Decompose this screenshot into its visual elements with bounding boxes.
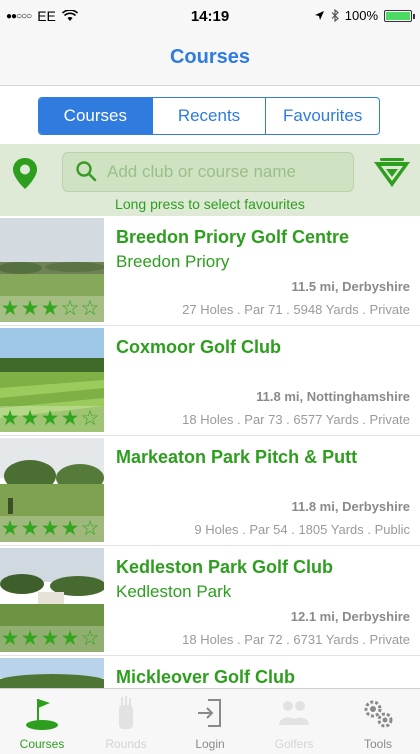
course-photo: ★ ★ ★ ★ ☆	[0, 438, 104, 542]
bluetooth-icon	[331, 9, 339, 22]
tab-golfers[interactable]: Golfers	[252, 689, 336, 754]
search-box[interactable]	[62, 152, 354, 192]
star-filled-icon: ★	[0, 627, 20, 650]
course-row[interactable]: ★ ★ ★ ☆ ☆ Breedon Priory Golf Centre Breedon…	[0, 216, 420, 326]
status-bar: ●●○○○ EE 14:19 100%	[0, 0, 420, 32]
course-details: 27 Holes . Par 71 . 5948 Yards . Private	[182, 302, 410, 317]
star-rating: ★ ★ ★ ★ ☆	[0, 406, 104, 432]
star-empty-icon: ☆	[80, 297, 100, 320]
flag-icon	[26, 699, 58, 730]
star-empty-icon: ☆	[80, 627, 100, 650]
course-name: Coxmoor Golf Club	[116, 337, 281, 357]
course-photo: ★ ★ ★ ★ ☆	[0, 328, 104, 432]
star-filled-icon: ★	[60, 627, 80, 650]
course-row[interactable]: ★ ★ ★ ★ ☆ Kedleston Park Golf Club Kedleston…	[0, 546, 420, 656]
course-details: 18 Holes . Par 73 . 6577 Yards . Private	[182, 412, 410, 427]
star-filled-icon: ★	[60, 517, 80, 540]
star-rating: ★ ★ ★ ★ ☆	[0, 626, 104, 652]
star-filled-icon: ★	[20, 407, 40, 430]
course-subtitle: Kedleston Park	[116, 582, 232, 601]
star-filled-icon: ★	[60, 407, 80, 430]
course-name: Markeaton Park Pitch & Putt	[116, 447, 358, 467]
course-distance: 12.1 mi, Derbyshire	[290, 609, 410, 624]
tab-bar: Courses Rounds Login Golfers Tools	[0, 688, 420, 754]
login-icon	[198, 699, 221, 727]
favourites-hint: Long press to select favourites	[115, 196, 305, 212]
status-right: 100%	[314, 8, 415, 23]
course-distance: 11.5 mi, Derbyshire	[291, 279, 410, 294]
tab-label: Rounds	[105, 737, 147, 751]
course-details: 18 Holes . Par 72 . 6731 Yards . Private	[182, 632, 410, 647]
course-subtitle: Breedon Priory	[116, 252, 230, 271]
tab-courses[interactable]: Courses	[0, 689, 84, 754]
segment-favourites[interactable]: Favourites	[266, 98, 379, 134]
star-filled-icon: ★	[0, 297, 20, 320]
course-list: ★ ★ ★ ☆ ☆ Breedon Priory Golf Centre Breedon…	[0, 216, 420, 688]
course-distance: 11.8 mi, Nottinghamshire	[256, 389, 410, 404]
star-rating: ★ ★ ★ ☆ ☆	[0, 296, 104, 322]
course-photo: ★ ★ ★ ★ ☆	[0, 548, 104, 652]
battery-level	[386, 11, 410, 20]
location-arrow-icon	[314, 11, 324, 20]
tab-tools[interactable]: Tools	[336, 689, 420, 754]
search-icon	[76, 161, 97, 182]
course-row[interactable]: ★ ★ ★ ★ ☆ Coxmoor Golf Club 11.8 mi, Notting…	[0, 326, 420, 436]
star-empty-icon: ☆	[60, 297, 80, 320]
course-details: 9 Holes . Par 54 . 1805 Yards . Public	[194, 522, 410, 537]
star-filled-icon: ★	[40, 407, 60, 430]
tab-login[interactable]: Login	[168, 689, 252, 754]
tab-label: Golfers	[274, 737, 314, 751]
location-pin-icon[interactable]	[10, 156, 40, 192]
navigation-bar: Courses	[0, 32, 420, 86]
star-empty-icon: ☆	[80, 517, 100, 540]
battery-percentage: 100%	[344, 8, 378, 23]
course-row[interactable]: Mickleover Golf Club	[0, 656, 420, 688]
battery-icon	[384, 9, 415, 22]
star-filled-icon: ★	[20, 517, 40, 540]
star-filled-icon: ★	[20, 297, 40, 320]
tab-label: Courses	[19, 737, 65, 751]
course-photo	[0, 658, 104, 688]
golfers-icon	[279, 701, 309, 725]
star-filled-icon: ★	[40, 517, 60, 540]
search-area: Long press to select favourites	[0, 144, 420, 216]
tab-label: Login	[195, 737, 225, 751]
course-name: Breedon Priory Golf Centre	[116, 227, 350, 247]
segment-courses[interactable]: Courses	[39, 98, 153, 134]
page-title: Courses	[169, 46, 251, 68]
filter-icon[interactable]	[372, 156, 412, 190]
tab-rounds[interactable]: Rounds	[84, 689, 168, 754]
gears-icon	[364, 700, 393, 728]
segmented-control: Courses Recents Favourites	[38, 97, 380, 135]
star-filled-icon: ★	[40, 297, 60, 320]
course-row[interactable]: ★ ★ ★ ★ ☆ Markeaton Park Pitch & Putt 11.8 m…	[0, 436, 420, 546]
search-input[interactable]	[107, 162, 347, 182]
star-filled-icon: ★	[40, 627, 60, 650]
star-filled-icon: ★	[0, 517, 20, 540]
tab-label: Tools	[363, 737, 392, 751]
star-rating: ★ ★ ★ ★ ☆	[0, 516, 104, 542]
star-empty-icon: ☆	[80, 407, 100, 430]
course-photo: ★ ★ ★ ☆ ☆	[0, 218, 104, 322]
course-name: Mickleover Golf Club	[116, 667, 296, 687]
course-distance: 11.8 mi, Derbyshire	[291, 499, 410, 514]
star-filled-icon: ★	[20, 627, 40, 650]
segment-recents[interactable]: Recents	[153, 98, 267, 134]
golf-bag-icon	[119, 696, 133, 729]
star-filled-icon: ★	[0, 407, 20, 430]
course-name: Kedleston Park Golf Club	[116, 557, 334, 577]
